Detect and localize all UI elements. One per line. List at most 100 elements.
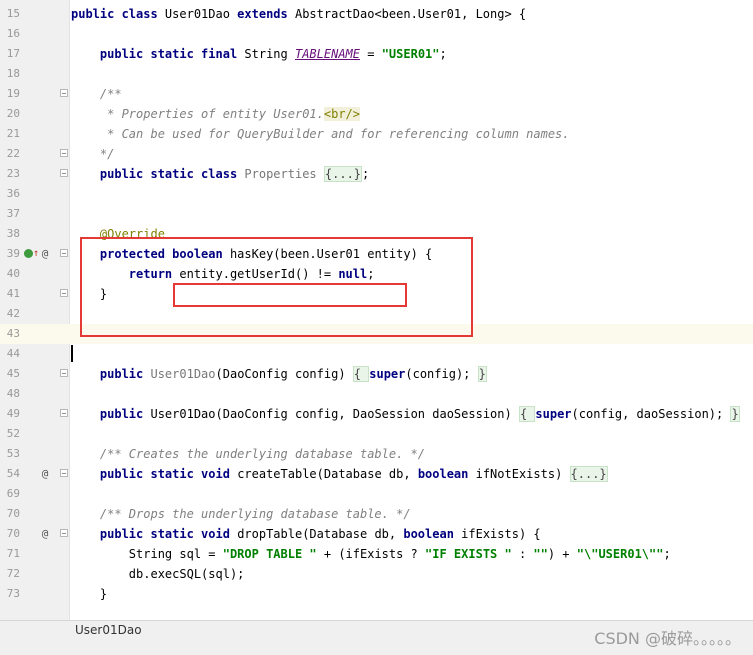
- fold-marker-icon[interactable]: [60, 169, 68, 177]
- fold-marker-icon[interactable]: [60, 89, 68, 97]
- fold-marker-icon[interactable]: [60, 409, 68, 417]
- line-number: 42: [6, 307, 20, 320]
- code-line: 54 @ public static void createTable(Datab…: [0, 464, 753, 484]
- code-token: /** Drops the underlying database table.…: [71, 507, 411, 521]
- code-token: public class: [71, 7, 165, 21]
- code-line: 22 */: [0, 144, 753, 164]
- code-token: AbstractDao<been.User01, Long> {: [294, 7, 527, 21]
- line-number: 41: [6, 287, 20, 300]
- code-token: TABLENAME: [294, 47, 361, 61]
- line-number: 70: [6, 507, 20, 520]
- code-token: /** Creates the underlying database tabl…: [71, 447, 426, 461]
- fold-marker-icon[interactable]: [60, 149, 68, 157]
- code-token: + (ifExists ?: [316, 547, 426, 561]
- code-token: boolean: [403, 527, 462, 541]
- at-icon[interactable]: @: [39, 464, 51, 484]
- code-token: super: [535, 407, 572, 421]
- code-line: 23 public static class Properties {...};: [0, 164, 753, 184]
- line-number: 39: [6, 247, 20, 260]
- code-token: {...}: [569, 466, 608, 482]
- code-text: public User01Dao(DaoConfig config, DaoSe…: [71, 404, 740, 424]
- code-text: db.execSQL(sql);: [71, 564, 245, 584]
- code-token: {...}: [323, 166, 363, 182]
- line-number: 69: [6, 487, 20, 500]
- code-token: ) +: [547, 547, 577, 561]
- code-line: 70 @ public static void dropTable(Databas…: [0, 524, 753, 544]
- code-token: /**: [71, 87, 122, 101]
- code-token: public static final: [99, 47, 245, 61]
- code-line: 19 /**: [0, 84, 753, 104]
- code-text: public static final String TABLENAME = "…: [71, 44, 447, 64]
- file-tab[interactable]: User01Dao: [75, 623, 142, 637]
- at-icon[interactable]: @: [39, 244, 51, 264]
- code-token: public static class: [99, 167, 245, 181]
- line-number: 37: [6, 207, 20, 220]
- code-token: public static void: [99, 467, 238, 481]
- code-text: /** Creates the underlying database tabl…: [71, 444, 425, 464]
- watermark: CSDN @破碎。。。。。: [594, 629, 741, 648]
- code-line: 49 public User01Dao(DaoConfig config, Da…: [0, 404, 753, 424]
- code-line: 20 * Properties of entity User01.<br/>: [0, 104, 753, 124]
- code-token: createTable(Database db,: [237, 467, 418, 481]
- code-token: boolean: [417, 467, 476, 481]
- override-marker-icon[interactable]: [24, 249, 33, 258]
- fold-marker-icon[interactable]: [60, 249, 68, 257]
- code-line: 36: [0, 184, 753, 204]
- code-text: public static void dropTable(Database db…: [71, 524, 541, 544]
- line-number: 70: [6, 527, 20, 540]
- code-line: 21 * Can be used for QueryBuilder and fo…: [0, 124, 753, 144]
- code-token: super: [369, 367, 406, 381]
- fold-marker-icon[interactable]: [60, 529, 68, 537]
- line-number: 21: [6, 127, 20, 140]
- code-token: }: [730, 406, 740, 422]
- code-line: 71 String sql = "DROP TABLE " + (ifExist…: [0, 544, 753, 564]
- code-token: User01Dao: [150, 367, 216, 381]
- code-token: public: [99, 407, 151, 421]
- code-token: ;: [362, 167, 370, 181]
- at-icon[interactable]: @: [39, 524, 51, 544]
- code-line: 53 /** Creates the underlying database t…: [0, 444, 753, 464]
- code-token: ;: [439, 47, 447, 61]
- code-line: 69: [0, 484, 753, 504]
- code-token: "": [533, 547, 548, 561]
- code-token: */: [71, 147, 115, 161]
- code-token: "IF EXISTS ": [425, 547, 512, 561]
- code-line: 18: [0, 64, 753, 84]
- code-token: (config, daoSession);: [571, 407, 731, 421]
- line-number: 15: [6, 7, 20, 20]
- code-token: "DROP TABLE ": [222, 547, 317, 561]
- code-token: String sql =: [71, 547, 223, 561]
- code-token: public: [99, 367, 151, 381]
- code-token: db.execSQL(sql);: [71, 567, 245, 581]
- code-token: String: [244, 47, 295, 61]
- fold-marker-icon[interactable]: [60, 289, 68, 297]
- highlight-box-return-expression: [173, 283, 407, 307]
- editor-tab-bar: User01Dao CSDN @破碎。。。。。: [0, 620, 753, 655]
- code-text: /**: [71, 84, 122, 104]
- code-line: 37: [0, 204, 753, 224]
- code-token: extends: [237, 7, 295, 21]
- code-text: }: [71, 584, 107, 604]
- code-token: {: [352, 366, 370, 382]
- code-line: 44: [0, 344, 753, 364]
- fold-marker-icon[interactable]: [60, 469, 68, 477]
- code-token: * Can be used for QueryBuilder and for r…: [71, 127, 570, 141]
- code-token: {: [518, 406, 536, 422]
- line-number: 17: [6, 47, 20, 60]
- code-editor[interactable]: 15 public class User01Dao extends Abstrac…: [0, 0, 753, 620]
- code-line: 15 public class User01Dao extends Abstrac…: [0, 4, 753, 24]
- code-token: ifExists) {: [461, 527, 541, 541]
- line-number: 20: [6, 107, 20, 120]
- fold-marker-icon[interactable]: [60, 369, 68, 377]
- line-number: 22: [6, 147, 20, 160]
- code-text: * Can be used for QueryBuilder and for r…: [71, 124, 570, 144]
- line-number: 73: [6, 587, 20, 600]
- code-token: dropTable(Database db,: [237, 527, 404, 541]
- line-number: 52: [6, 427, 20, 440]
- line-number: 71: [6, 547, 20, 560]
- code-token: ;: [663, 547, 671, 561]
- code-token: <br/>: [323, 107, 360, 121]
